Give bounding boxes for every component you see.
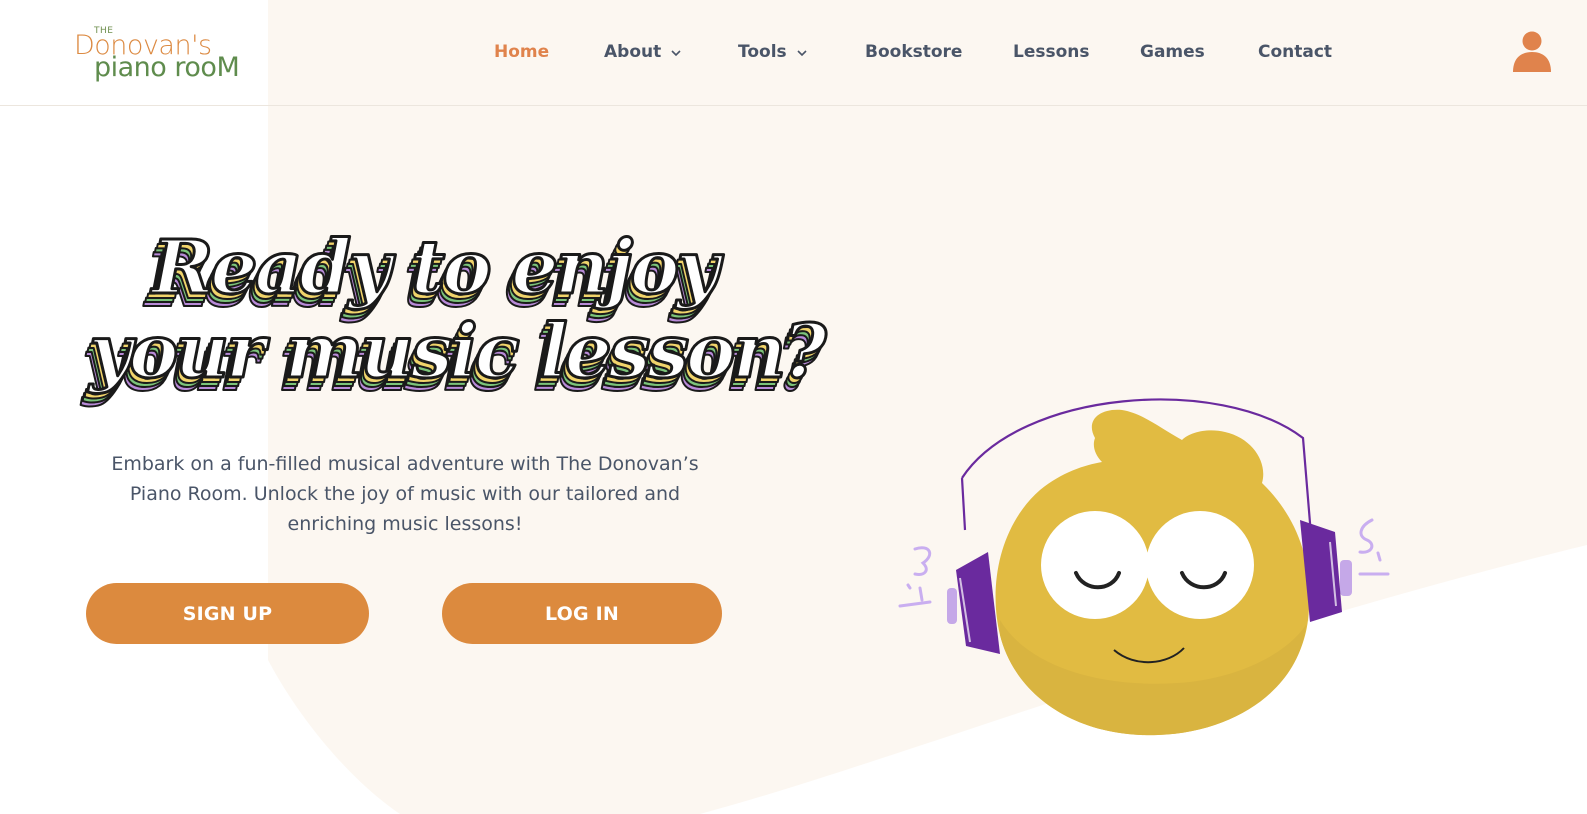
log-in-button[interactable]: LOG IN [442,583,722,644]
nav-lessons-label: Lessons [1013,42,1090,62]
chevron-down-icon [671,50,681,57]
chevron-down-icon [797,50,807,57]
nav-games-link[interactable]: Games [1140,40,1205,64]
nav-contact-label: Contact [1258,42,1333,62]
nav-bookstore-link[interactable]: Bookstore [865,40,962,64]
mascot-with-headphones-illustration [898,398,1390,736]
nav-contact-link[interactable]: Contact [1258,40,1332,64]
nav-home-label: Home [494,42,550,62]
nav-bookstore-label: Bookstore [865,42,963,62]
hero-description: Embark on a fun-filled musical adventure… [111,453,699,535]
nav-games-label: Games [1140,42,1205,62]
nav-tools-link[interactable]: Tools [738,40,808,64]
site-header: THE Donovan's piano rooM Home About Tool… [0,0,1587,106]
hero-title-line2: your music lesson? [87,309,827,395]
hero-title-line1: Ready to enjoy [150,225,724,311]
hero-title: Ready to enjoy Ready to enjoy Ready to e… [79,222,832,422]
nav-about-label: About [604,42,662,62]
nav-tools-label: Tools [738,42,787,62]
nav-home-link[interactable]: Home [494,40,549,64]
hero-title-graphic: Ready to enjoy Ready to enjoy Ready to e… [79,224,832,410]
nav-lessons-link[interactable]: Lessons [1013,40,1090,64]
nav-about-link[interactable]: About [604,40,682,64]
user-account-icon[interactable] [1512,30,1552,72]
sign-up-button[interactable]: SIGN UP [86,583,369,644]
main-navigation: Home About Tools Bookstore Lessons Games… [0,0,1587,105]
